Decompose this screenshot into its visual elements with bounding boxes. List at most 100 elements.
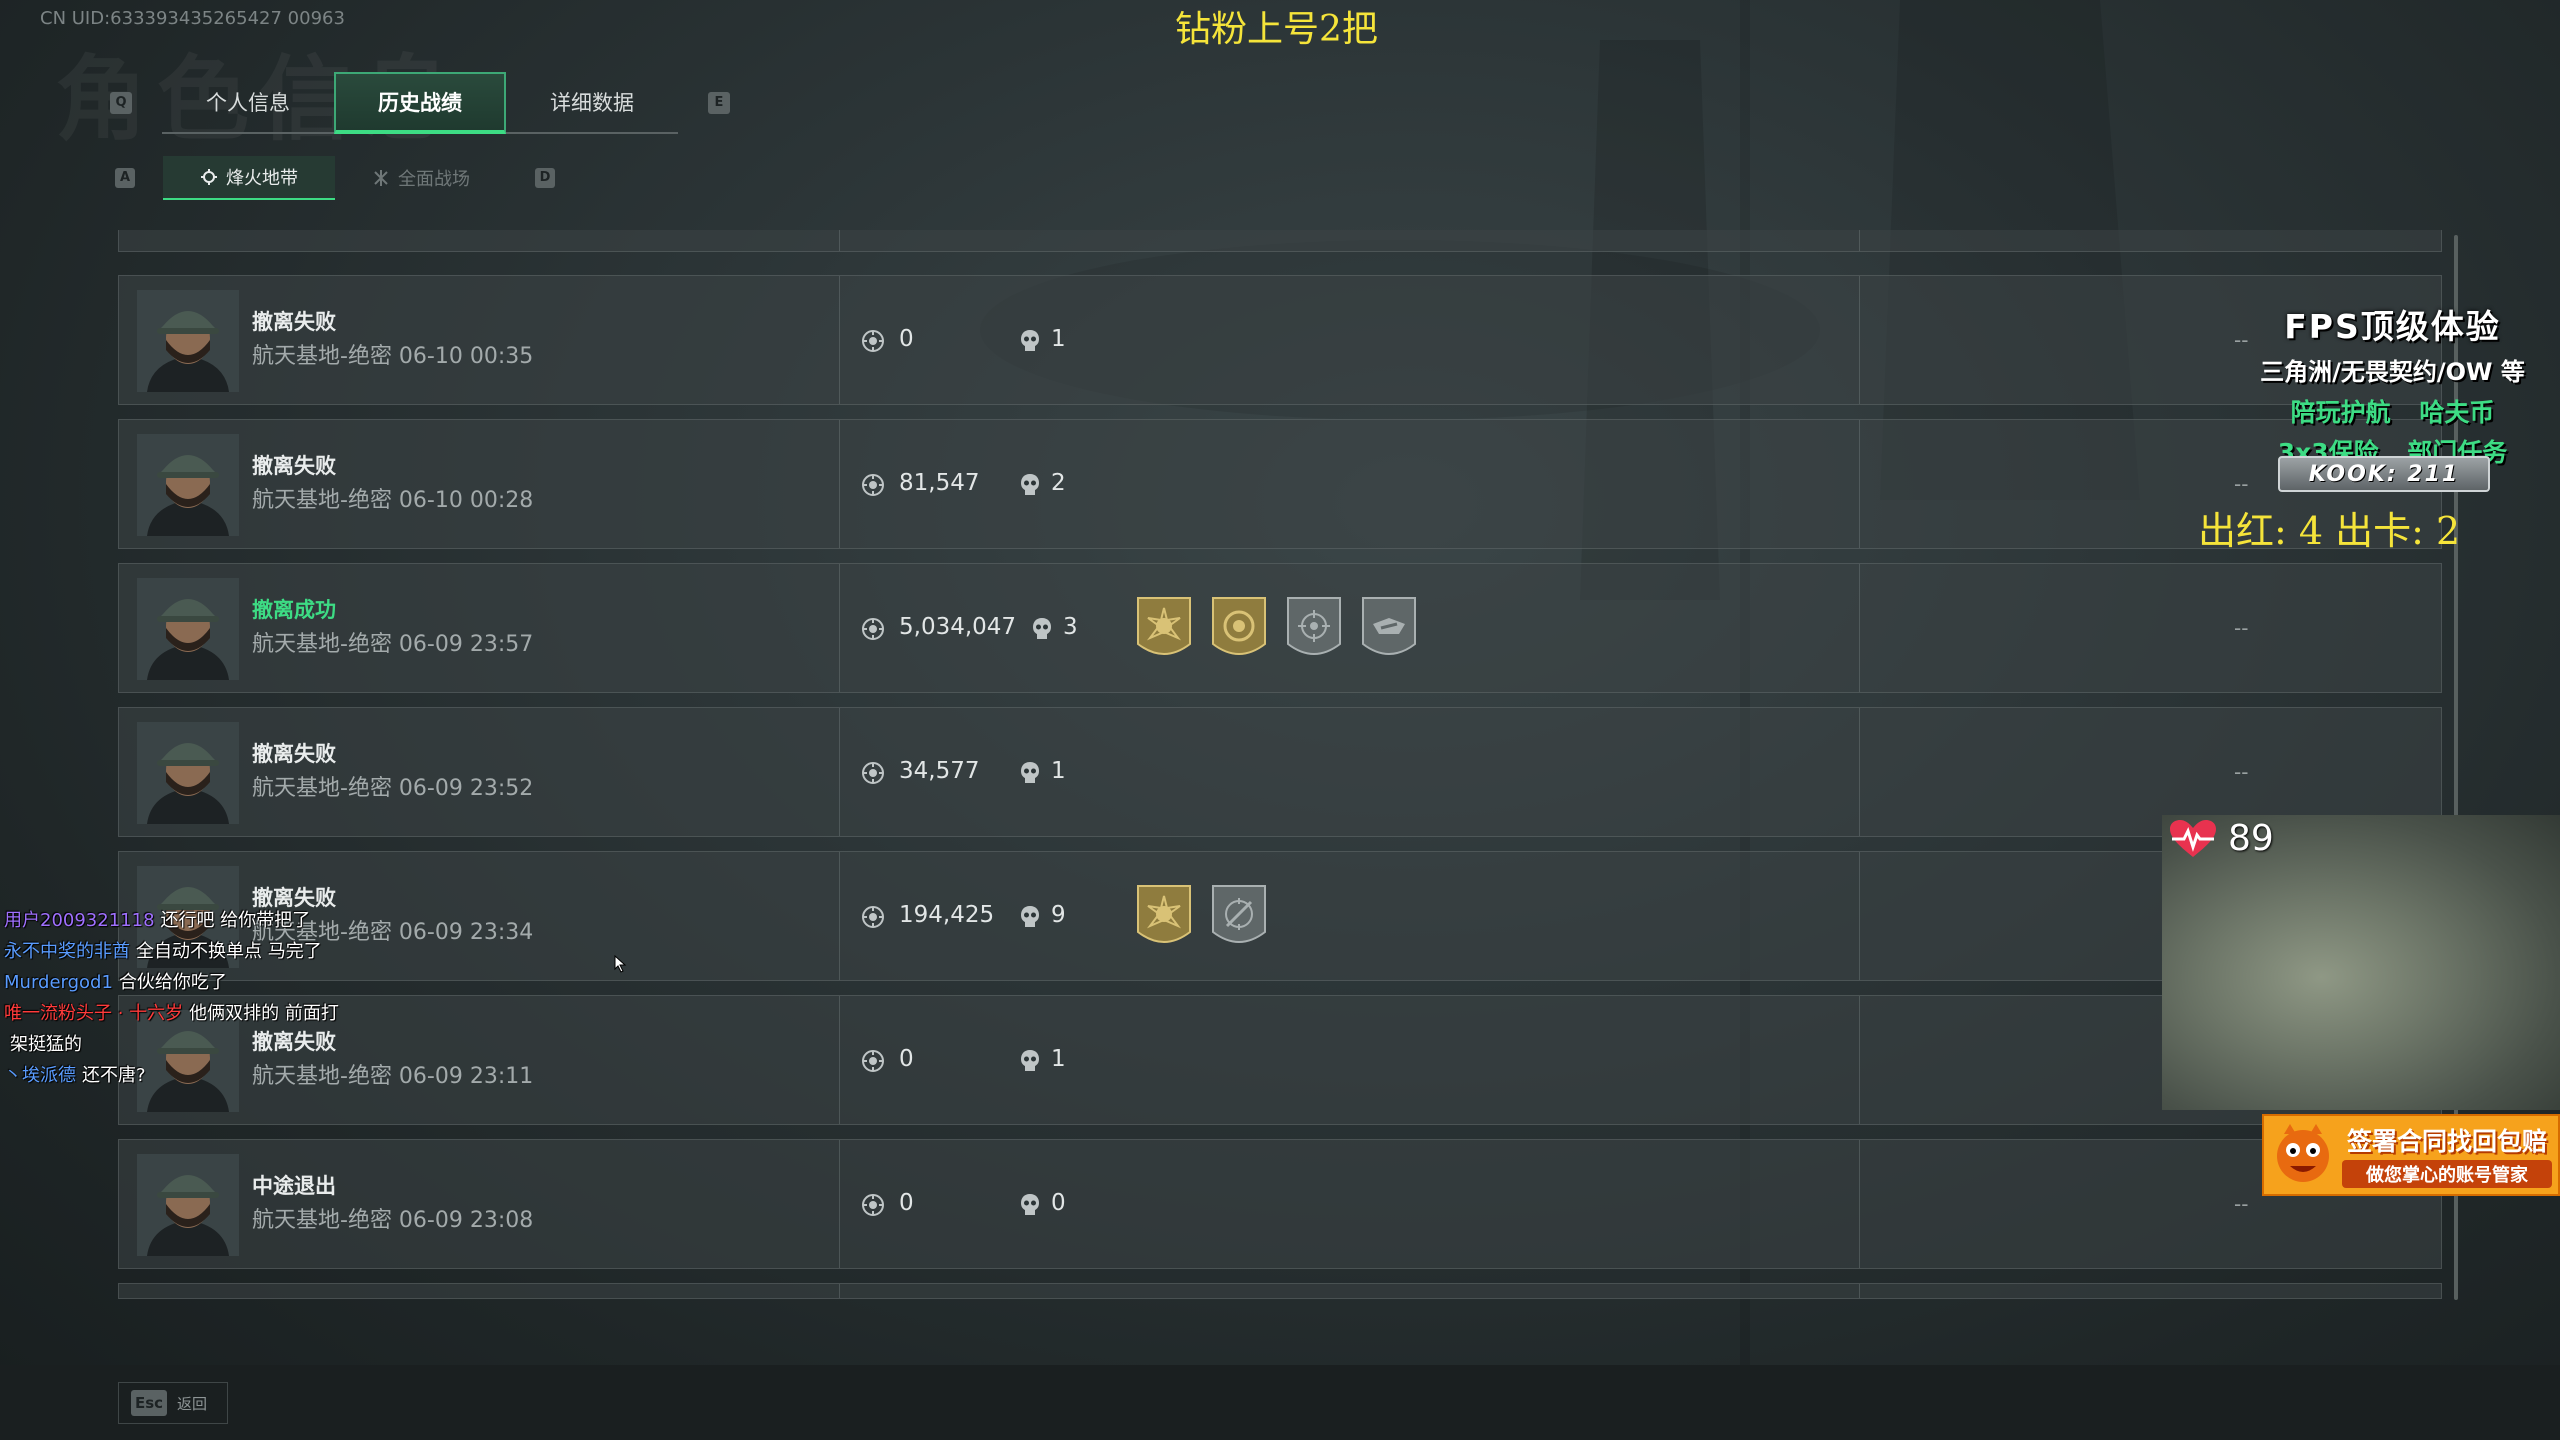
skull-icon	[1019, 328, 1041, 354]
column-divider	[839, 996, 840, 1124]
table-row[interactable]: 撤离失败 航天基地-绝密 06-09 23:34 194,425 9 --	[118, 851, 2442, 981]
key-hint-prev-tab[interactable]: Q	[110, 91, 132, 114]
loot-value: 0	[899, 326, 914, 352]
ad-banner: 签署合同找回包赔 做您掌心的账号管家	[2262, 1114, 2560, 1196]
match-status: 撤离成功	[252, 598, 336, 622]
table-row[interactable]: 撤离失败 航天基地-绝密 06-10 00:28 81,547 2 --	[118, 419, 2442, 549]
tab-detailed-data[interactable]: 详细数据	[506, 72, 678, 134]
gold-sun-badge-icon[interactable]	[1134, 594, 1194, 664]
chat-username: 唯一流粉头子 · 十六岁	[4, 1003, 184, 1024]
value-icon	[861, 1193, 885, 1217]
bottom-bar	[0, 1365, 2560, 1440]
ad-line-1: 签署合同找回包赔	[2346, 1127, 2547, 1156]
table-row-partial-bottom[interactable]	[118, 1283, 2442, 1299]
gray-dash-badge-icon[interactable]	[1359, 594, 1419, 664]
match-status: 撤离失败	[252, 454, 336, 478]
gold-coin-badge-icon[interactable]	[1209, 594, 1269, 664]
subtab-total-war-label: 全面战场	[398, 168, 470, 190]
value-icon	[861, 905, 885, 929]
ad-line-2: 做您掌心的账号管家	[2342, 1160, 2552, 1188]
kill-count: 0	[1051, 1190, 1066, 1216]
promo-line-3: 陪玩护航 哈夫币	[2290, 398, 2495, 427]
column-divider	[1859, 708, 1860, 836]
column-divider	[1859, 1140, 1860, 1268]
operator-avatar	[137, 434, 239, 536]
column-divider	[839, 420, 840, 548]
chat-text: 还行吧 给你带把了	[160, 910, 311, 931]
loot-value: 34,577	[899, 758, 980, 784]
hazard-zone-icon	[201, 168, 217, 185]
operator-avatar	[137, 1154, 239, 1256]
match-result: --	[2234, 760, 2249, 784]
column-divider	[1859, 564, 1860, 692]
match-result: --	[2234, 1192, 2249, 1216]
table-row[interactable]: 撤离失败 航天基地-绝密 06-10 00:35 0 1 --	[118, 275, 2442, 405]
chat-message: 架挺猛的	[4, 1029, 339, 1060]
match-status: 撤离失败	[252, 742, 336, 766]
table-row[interactable]: 中途退出 航天基地-绝密 06-09 23:08 0 0 --	[118, 1139, 2442, 1269]
tab-personal-info[interactable]: 个人信息	[162, 72, 334, 134]
promo-line-1: FPS顶级体验	[2284, 307, 2501, 346]
subtab-hazard-zone-label: 烽火地带	[226, 167, 298, 189]
match-map-time: 航天基地-绝密 06-09 23:08	[252, 1208, 534, 1233]
column-divider	[1859, 852, 1860, 980]
stream-title-overlay: 钻粉上号2把	[1175, 9, 1378, 50]
chat-message: 用户2009321118 还行吧 给你带把了	[4, 905, 339, 936]
kill-count: 1	[1051, 758, 1066, 784]
kill-count: 1	[1051, 1046, 1066, 1072]
chat-username: 永不中奖的非酋	[4, 941, 130, 962]
chat-text: 全自动不换单点 马完了	[136, 941, 322, 962]
kook-badge: KOOK: 211	[2278, 456, 2490, 492]
back-label: 返回	[177, 1394, 208, 1413]
match-map-time: 航天基地-绝密 06-09 23:57	[252, 632, 534, 657]
kill-count: 9	[1051, 902, 1066, 928]
match-result: --	[2234, 472, 2249, 496]
chat-text: 他俩双排的 前面打	[189, 1003, 339, 1024]
tab-match-history[interactable]: 历史战绩	[334, 71, 506, 134]
column-divider	[839, 276, 840, 404]
mascot-icon	[2277, 1124, 2329, 1182]
operator-avatar	[137, 722, 239, 824]
value-icon	[861, 761, 885, 785]
back-button[interactable]: Esc 返回	[118, 1382, 228, 1424]
key-hint-next-tab[interactable]: E	[708, 91, 730, 114]
heart-rate-display: 89	[2168, 818, 2274, 859]
total-war-icon	[374, 169, 388, 186]
chat-message: 唯一流粉头子 · 十六岁 他俩双排的 前面打	[4, 998, 339, 1029]
match-result: --	[2234, 616, 2249, 640]
kill-count: 1	[1051, 326, 1066, 352]
promo-overlay: FPS顶级体验 三角洲/无畏契约/OW 等 陪玩护航 哈夫币 3x3保险 部门任…	[2225, 300, 2560, 469]
table-row[interactable]: 撤离失败 航天基地-绝密 06-09 23:11 0 1 --	[118, 995, 2442, 1125]
kill-count: 3	[1063, 614, 1078, 640]
column-divider	[839, 708, 840, 836]
esc-key-hint: Esc	[131, 1390, 167, 1416]
subtab-hazard-zone[interactable]: 烽火地带	[163, 155, 335, 200]
column-divider	[839, 852, 840, 980]
table-row[interactable]: 撤离失败 航天基地-绝密 06-09 23:52 34,577 1 --	[118, 707, 2442, 837]
chat-username: 丶埃派德	[4, 1065, 76, 1086]
webcam-overlay	[2162, 815, 2560, 1110]
key-hint-prev-mode[interactable]: A	[115, 167, 135, 188]
gray-scope-badge-icon[interactable]	[1209, 882, 1269, 952]
main-tabs: Q 个人信息 历史战绩 详细数据 E	[110, 70, 730, 135]
skull-icon	[1019, 472, 1041, 498]
skull-icon	[1019, 904, 1041, 930]
gold-sun-badge-icon[interactable]	[1134, 882, 1194, 952]
chat-message: 永不中奖的非酋 全自动不换单点 马完了	[4, 936, 339, 967]
mode-subtabs: A 烽火地带 全面战场 D	[115, 155, 555, 200]
skull-icon	[1019, 1192, 1041, 1218]
match-map-time: 航天基地-绝密 06-10 00:28	[252, 488, 534, 513]
chat-username: Murdergod1	[4, 972, 113, 993]
value-icon	[861, 1049, 885, 1073]
match-status: 中途退出	[252, 1174, 336, 1198]
key-hint-next-mode[interactable]: D	[535, 167, 555, 188]
match-map-time: 航天基地-绝密 06-10 00:35	[252, 344, 534, 369]
column-divider	[1859, 276, 1860, 404]
gray-target-badge-icon[interactable]	[1284, 594, 1344, 664]
value-icon	[861, 473, 885, 497]
value-icon	[861, 329, 885, 353]
chat-text: 合伙给你吃了	[118, 972, 227, 993]
column-divider	[1859, 996, 1860, 1124]
table-row[interactable]: 撤离成功 航天基地-绝密 06-09 23:57 5,034,047 3 --	[118, 563, 2442, 693]
subtab-total-war[interactable]: 全面战场	[335, 156, 507, 200]
